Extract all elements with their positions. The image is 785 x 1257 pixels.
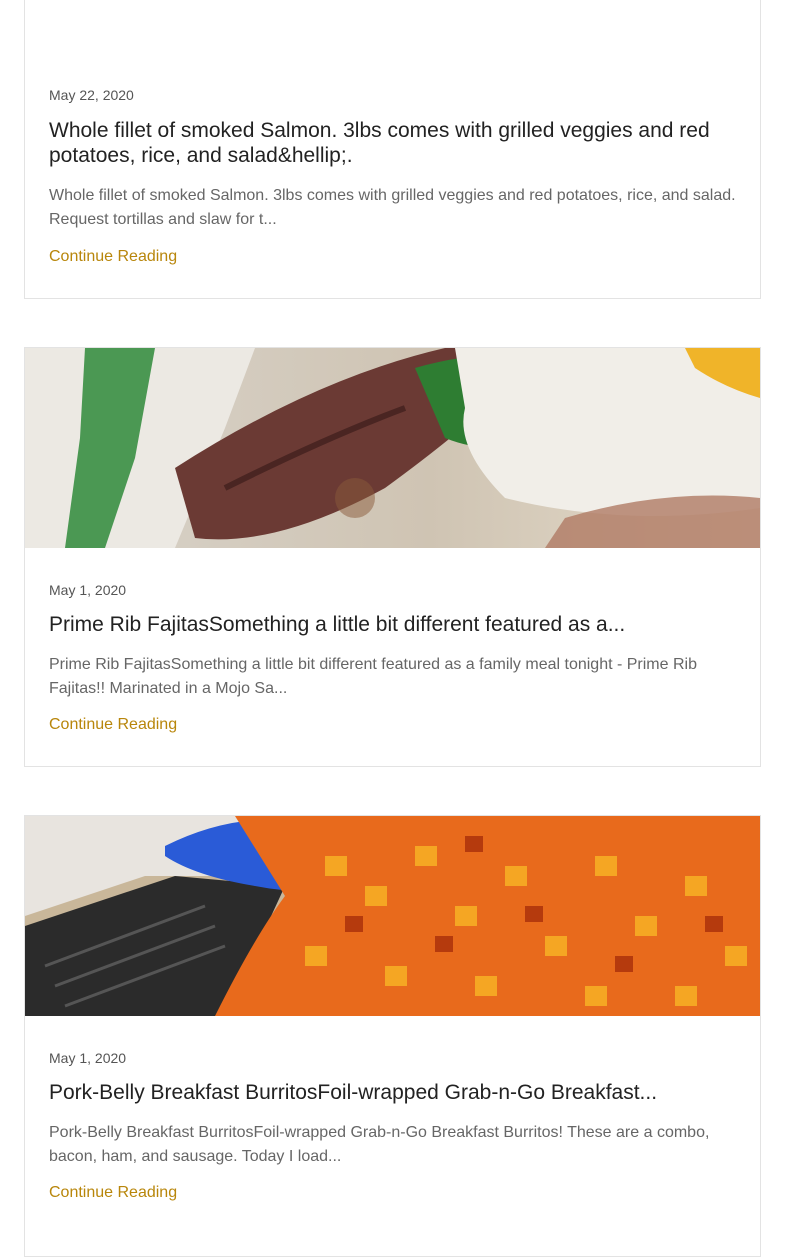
post-date: May 1, 2020 (49, 1050, 127, 1066)
fajitas-image (25, 348, 760, 548)
post-thumbnail-fajitas[interactable] (25, 348, 760, 548)
post-title[interactable]: Prime Rib FajitasSomething a little bit … (49, 612, 739, 637)
post-excerpt: Whole fillet of smoked Salmon. 3lbs come… (49, 187, 736, 228)
post-date: May 1, 2020 (49, 582, 127, 598)
continue-reading-link[interactable]: Continue Reading (49, 247, 177, 267)
continue-reading-link[interactable]: Continue Reading (49, 1183, 177, 1203)
continue-reading-link[interactable]: Continue Reading (49, 715, 177, 735)
burritos-image (25, 816, 760, 1016)
post-thumbnail-burritos[interactable] (25, 816, 760, 1016)
post-card: May 22, 2020 Whole fillet of smoked Salm… (24, 0, 761, 299)
post-date: May 22, 2020 (49, 87, 134, 103)
post-card: May 1, 2020 Prime Rib FajitasSomething a… (24, 347, 761, 767)
post-card: May 1, 2020 Pork-Belly Breakfast Burrito… (24, 815, 761, 1257)
post-title[interactable]: Whole fillet of smoked Salmon. 3lbs come… (49, 118, 739, 168)
post-excerpt: Prime Rib FajitasSomething a little bit … (49, 656, 697, 697)
post-excerpt: Pork-Belly Breakfast BurritosFoil-wrappe… (49, 1124, 710, 1165)
post-title[interactable]: Pork-Belly Breakfast BurritosFoil-wrappe… (49, 1080, 739, 1105)
